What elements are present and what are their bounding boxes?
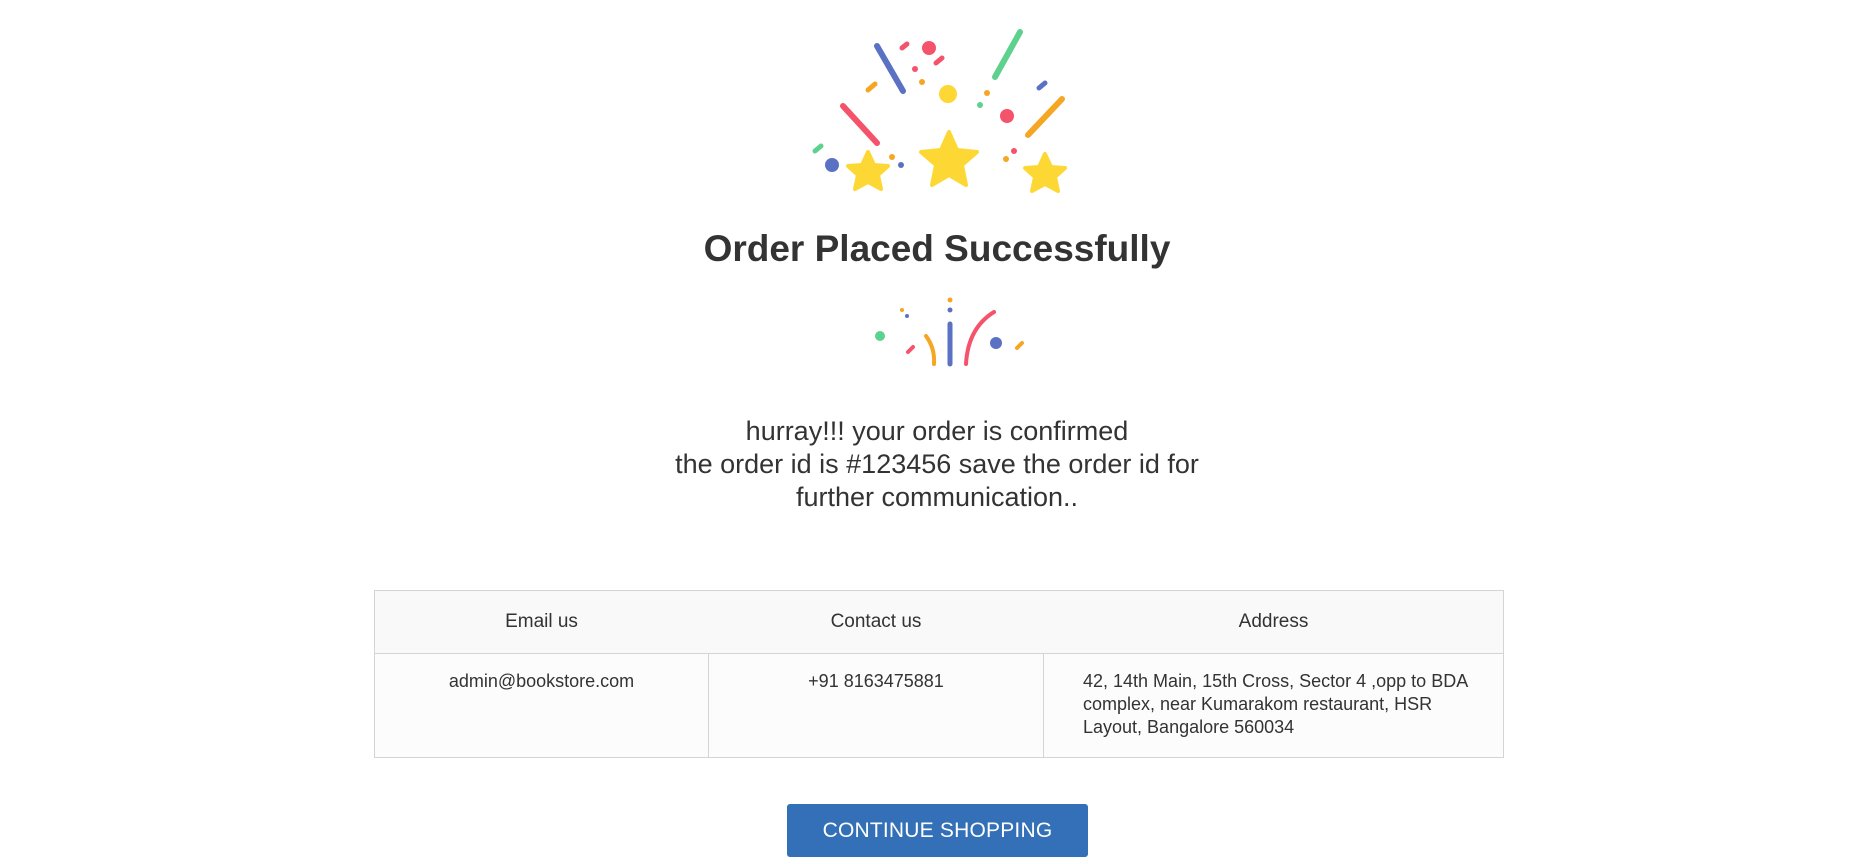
page-title: Order Placed Successfully bbox=[703, 228, 1171, 269]
party-popper-icon bbox=[875, 297, 1024, 367]
phone-value: +91 8163475881 bbox=[808, 671, 944, 691]
table-header-row: Email us Contact us Address bbox=[375, 591, 1503, 654]
column-divider bbox=[1043, 654, 1044, 757]
confirmation-message: hurray!!! your order is confirmed the or… bbox=[537, 415, 1337, 514]
table-row: admin@bookstore.com +91 8163475881 42, 1… bbox=[375, 654, 1503, 757]
celebration-stars-icon bbox=[812, 29, 1067, 193]
address-value: 42, 14th Main, 15th Cross, Sector 4 ,opp… bbox=[1083, 671, 1468, 737]
header-contact: Contact us bbox=[830, 611, 922, 632]
message-line-1: hurray!!! your order is confirmed bbox=[745, 416, 1129, 446]
continue-shopping-button[interactable]: CONTINUE SHOPPING bbox=[787, 804, 1088, 857]
message-line-3: further communication.. bbox=[795, 482, 1079, 512]
email-value: admin@bookstore.com bbox=[448, 671, 635, 691]
header-address: Address bbox=[1238, 611, 1309, 632]
header-email: Email us bbox=[505, 611, 578, 632]
contact-table: Email us Contact us Address admin@bookst… bbox=[374, 590, 1504, 758]
message-line-2: the order id is #123456 save the order i… bbox=[675, 449, 1199, 479]
